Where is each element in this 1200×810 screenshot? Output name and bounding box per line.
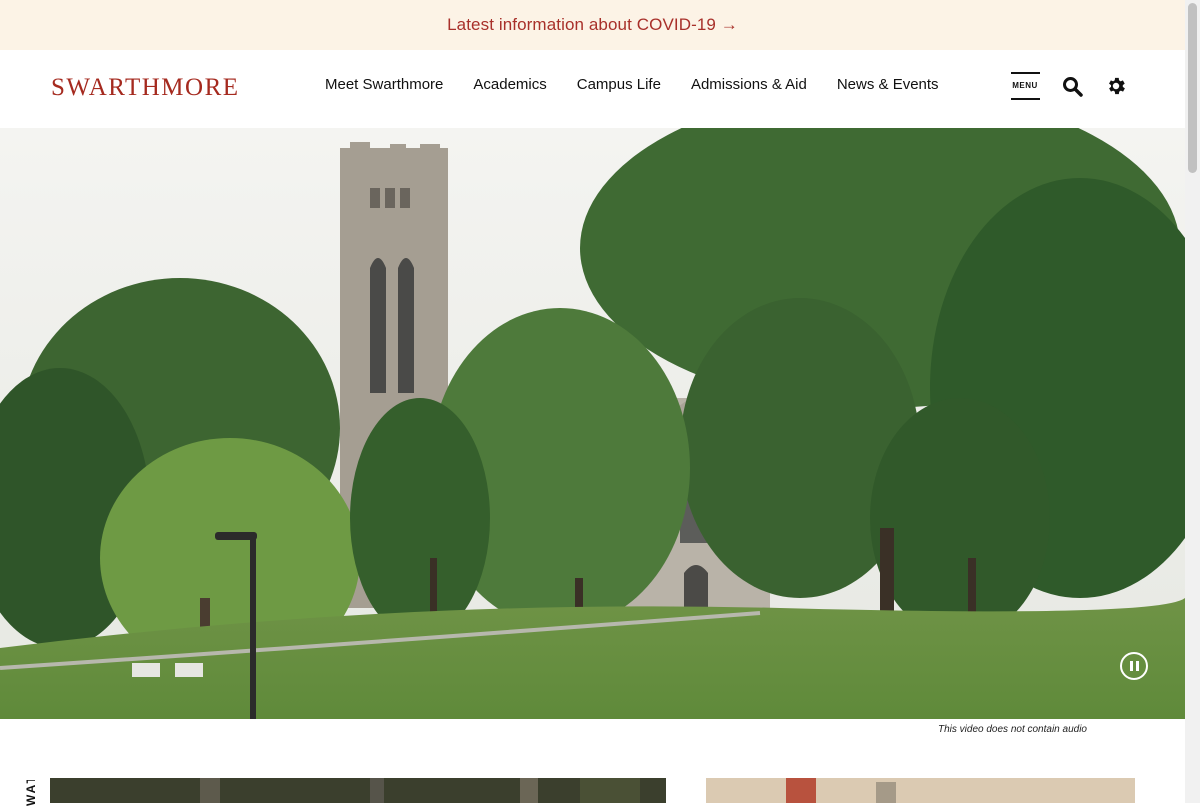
video-caption: This video does not contain audio [938, 724, 1087, 735]
nav-item-admissions-aid[interactable]: Admissions & Aid [691, 76, 807, 93]
settings-button[interactable] [1104, 74, 1128, 98]
menu-line-bottom [1010, 98, 1040, 100]
feature-video-thumbnail[interactable] [50, 778, 666, 803]
campus-scene-image [0, 128, 1185, 719]
scrollbar-thumb[interactable] [1188, 3, 1197, 173]
hero-video[interactable] [0, 128, 1185, 719]
menu-button[interactable]: MENU [1010, 72, 1040, 100]
header-tools: MENU [1010, 72, 1128, 100]
covid-alert-bar: Latest information about COVID-19 → [0, 0, 1185, 50]
nav-item-campus-life[interactable]: Campus Life [577, 76, 661, 93]
main-nav: Meet Swarthmore Academics Campus Life Ad… [325, 76, 939, 93]
feature-image-thumbnail[interactable] [706, 778, 1135, 803]
section-side-label: WATCH [20, 780, 40, 810]
pause-icon-bar [1135, 661, 1139, 671]
forest-image [50, 778, 666, 803]
search-icon [1062, 76, 1083, 97]
swarthmore-logo[interactable]: SWARTHMORE [51, 74, 240, 102]
nav-item-meet-swarthmore[interactable]: Meet Swarthmore [325, 76, 443, 93]
side-label-text: WATCH [24, 780, 38, 806]
site-header: SWARTHMORE Meet Swarthmore Academics Cam… [0, 50, 1185, 128]
page-scrollbar[interactable] [1185, 0, 1200, 803]
pause-button[interactable] [1120, 652, 1148, 680]
nav-item-academics[interactable]: Academics [473, 76, 546, 93]
covid-alert-link[interactable]: Latest information about COVID-19 → [447, 15, 738, 35]
classroom-image [706, 778, 1135, 803]
pause-icon [1129, 661, 1133, 671]
search-button[interactable] [1060, 74, 1084, 98]
menu-label: MENU [1012, 81, 1038, 90]
menu-icon [1010, 72, 1040, 74]
nav-item-news-events[interactable]: News & Events [837, 76, 939, 93]
gear-icon [1109, 77, 1125, 95]
